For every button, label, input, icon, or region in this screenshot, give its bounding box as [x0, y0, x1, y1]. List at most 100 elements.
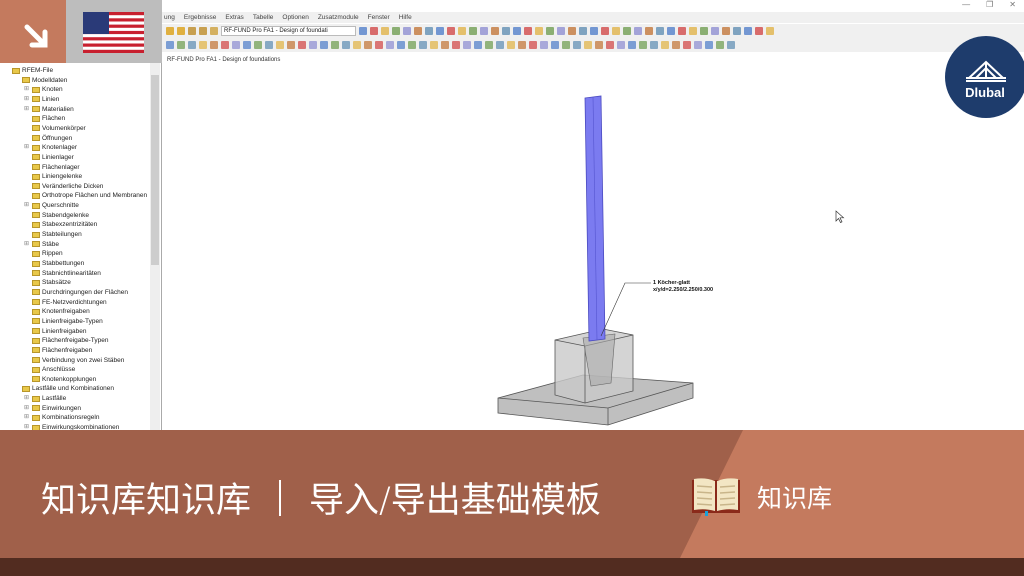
menu-item[interactable]: ung — [164, 14, 175, 21]
tool-icon[interactable] — [650, 41, 658, 49]
tool-icon[interactable] — [309, 41, 317, 49]
tree-item[interactable]: Verbindung von zwei Stäben — [24, 356, 124, 365]
tool-icon[interactable] — [436, 27, 444, 35]
expand-icon[interactable]: ⊞ — [24, 143, 30, 152]
tree-item[interactable]: Orthotrope Flächen und Membranen — [24, 191, 147, 200]
tree-item[interactable]: Volumenkörper — [24, 124, 86, 133]
menu-ergebnisse[interactable]: Ergebnisse — [184, 14, 217, 21]
tool-icon[interactable] — [210, 27, 218, 35]
tool-icon[interactable] — [590, 27, 598, 35]
tree-root[interactable]: RFEM-File — [4, 66, 53, 75]
tool-icon[interactable] — [491, 27, 499, 35]
expand-icon[interactable]: ⊞ — [24, 404, 30, 413]
tree-item[interactable]: ⊞ Einwirkungen — [24, 404, 81, 413]
tool-icon[interactable] — [546, 27, 554, 35]
tree-item[interactable]: ⊞ Knoten — [24, 85, 63, 94]
tree-item[interactable]: ⊞ Stäbe — [24, 240, 59, 249]
tool-icon[interactable] — [199, 41, 207, 49]
tool-icon[interactable] — [617, 41, 625, 49]
tool-icon[interactable] — [353, 41, 361, 49]
tool-icon[interactable] — [463, 41, 471, 49]
module-select[interactable]: RF-FUND Pro FA1 - Design of foundati — [221, 26, 356, 36]
tool-icon[interactable] — [177, 41, 185, 49]
tool-icon[interactable] — [243, 41, 251, 49]
tree-item[interactable]: Durchdringungen der Flächen — [24, 288, 128, 297]
tool-icon[interactable] — [452, 41, 460, 49]
tool-icon[interactable] — [667, 27, 675, 35]
tool-icon[interactable] — [419, 41, 427, 49]
tool-icon[interactable] — [722, 27, 730, 35]
tool-icon[interactable] — [375, 41, 383, 49]
tool-icon[interactable] — [392, 27, 400, 35]
tree-item[interactable]: Liniengelenke — [24, 172, 82, 181]
tool-icon[interactable] — [540, 41, 548, 49]
expand-icon[interactable]: ⊞ — [24, 394, 30, 403]
tree-item[interactable]: Stabnichtlinearitäten — [24, 269, 101, 278]
tree-item[interactable]: Flächenfreigaben — [24, 346, 92, 355]
tool-icon[interactable] — [370, 27, 378, 35]
menu-optionen[interactable]: Optionen — [282, 14, 308, 21]
tree-folder-lastfaelle[interactable]: Lastfälle und Kombinationen — [14, 384, 114, 393]
tree-item[interactable]: Knotenfreigaben — [24, 307, 90, 316]
tree-item[interactable]: Linienfreigabe-Typen — [24, 317, 103, 326]
tool-icon[interactable] — [744, 27, 752, 35]
tool-icon[interactable] — [221, 41, 229, 49]
tree-item[interactable]: Flächenfreigabe-Typen — [24, 336, 109, 345]
expand-icon[interactable]: ⊞ — [24, 201, 30, 210]
tool-icon[interactable] — [287, 41, 295, 49]
tool-icon[interactable] — [755, 27, 763, 35]
tool-icon[interactable] — [254, 41, 262, 49]
tool-icon[interactable] — [551, 41, 559, 49]
tool-icon[interactable] — [364, 41, 372, 49]
tool-icon[interactable] — [733, 27, 741, 35]
tree-folder-modelldaten[interactable]: Modelldaten — [14, 76, 67, 85]
tool-icon[interactable] — [694, 41, 702, 49]
tool-icon[interactable] — [562, 41, 570, 49]
tool-icon[interactable] — [331, 41, 339, 49]
tool-icon[interactable] — [414, 27, 422, 35]
menu-hilfe[interactable]: Hilfe — [399, 14, 412, 21]
tool-icon[interactable] — [425, 27, 433, 35]
tool-icon[interactable] — [177, 27, 185, 35]
menu-extras[interactable]: Extras — [225, 14, 243, 21]
tree-item[interactable]: Linienfreigaben — [24, 327, 86, 336]
tool-icon[interactable] — [645, 27, 653, 35]
tool-icon[interactable] — [458, 27, 466, 35]
tool-icon[interactable] — [634, 27, 642, 35]
tree-item[interactable]: ⊞ Querschnitte — [24, 201, 79, 210]
tree-item[interactable]: Flächen — [24, 114, 65, 123]
tool-icon[interactable] — [265, 41, 273, 49]
tool-icon[interactable] — [359, 27, 367, 35]
tool-icon[interactable] — [397, 41, 405, 49]
tree-item[interactable]: Linienlager — [24, 153, 74, 162]
tool-icon[interactable] — [403, 27, 411, 35]
tool-icon[interactable] — [342, 41, 350, 49]
menu-tabelle[interactable]: Tabelle — [253, 14, 274, 21]
expand-icon[interactable]: ⊞ — [24, 240, 30, 249]
tool-icon[interactable] — [166, 41, 174, 49]
tool-icon[interactable] — [678, 27, 686, 35]
tool-icon[interactable] — [513, 27, 521, 35]
tool-icon[interactable] — [766, 27, 774, 35]
tool-icon[interactable] — [535, 27, 543, 35]
tool-icon[interactable] — [595, 41, 603, 49]
tool-icon[interactable] — [188, 41, 196, 49]
tool-icon[interactable] — [573, 41, 581, 49]
tool-icon[interactable] — [408, 41, 416, 49]
tool-icon[interactable] — [474, 41, 482, 49]
tool-icon[interactable] — [386, 41, 394, 49]
us-flag-icon[interactable] — [83, 12, 144, 53]
tree-item[interactable]: ⊞ Lastfälle — [24, 394, 66, 403]
tool-icon[interactable] — [623, 27, 631, 35]
minimize-icon[interactable]: — — [962, 0, 970, 9]
tool-icon[interactable] — [199, 27, 207, 35]
tree-item[interactable]: Flächenlager — [24, 163, 80, 172]
tree-item[interactable]: Öffnungen — [24, 134, 72, 143]
tree-item[interactable]: FE-Netzverdichtungen — [24, 298, 107, 307]
tool-icon[interactable] — [700, 27, 708, 35]
tool-icon[interactable] — [661, 41, 669, 49]
tree-item[interactable]: Rippen — [24, 249, 63, 258]
tool-icon[interactable] — [683, 41, 691, 49]
tool-icon[interactable] — [447, 27, 455, 35]
tool-icon[interactable] — [469, 27, 477, 35]
